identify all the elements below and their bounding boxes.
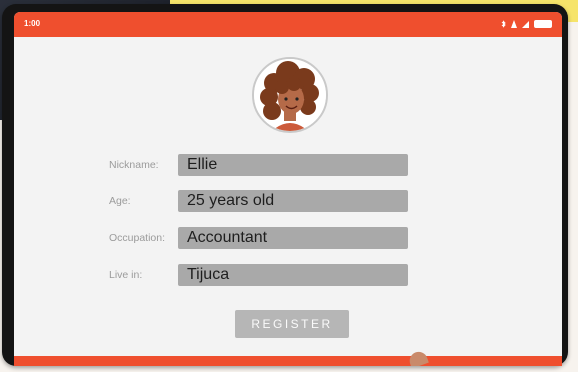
live-in-field[interactable]: Tijuca: [178, 264, 408, 286]
live-in-label: Live in:: [109, 269, 143, 281]
status-icons: [501, 20, 552, 28]
bottom-decorative-shape: [407, 349, 429, 366]
bluetooth-icon: [501, 20, 506, 28]
app-screen: 1:00 Nickname: Ellie Age: 25 years old O…: [14, 12, 562, 366]
alarm-icon: [511, 20, 517, 28]
nickname-field[interactable]: Ellie: [178, 154, 408, 176]
form-row-nickname: Nickname: Ellie: [14, 154, 562, 178]
status-time: 1:00: [24, 19, 41, 28]
form-row-live-in: Live in: Tijuca: [14, 264, 562, 288]
nickname-label: Nickname:: [109, 159, 159, 171]
form-row-age: Age: 25 years old: [14, 190, 562, 214]
form-row-occupation: Occupation: Accountant: [14, 227, 562, 251]
age-label: Age:: [109, 195, 131, 207]
register-button[interactable]: REGISTER: [235, 310, 349, 338]
tablet-device: 1:00 Nickname: Ellie Age: 25 years old O…: [2, 4, 568, 366]
status-bar: 1:00: [14, 12, 562, 37]
avatar: [252, 57, 328, 133]
age-field[interactable]: 25 years old: [178, 190, 408, 212]
signal-icon: [522, 20, 529, 28]
occupation-label: Occupation:: [109, 232, 166, 244]
woman-curly-hair-avatar: [254, 59, 326, 131]
bottom-accent-bar: [14, 356, 562, 366]
occupation-field[interactable]: Accountant: [178, 227, 408, 249]
battery-icon: [534, 20, 552, 28]
